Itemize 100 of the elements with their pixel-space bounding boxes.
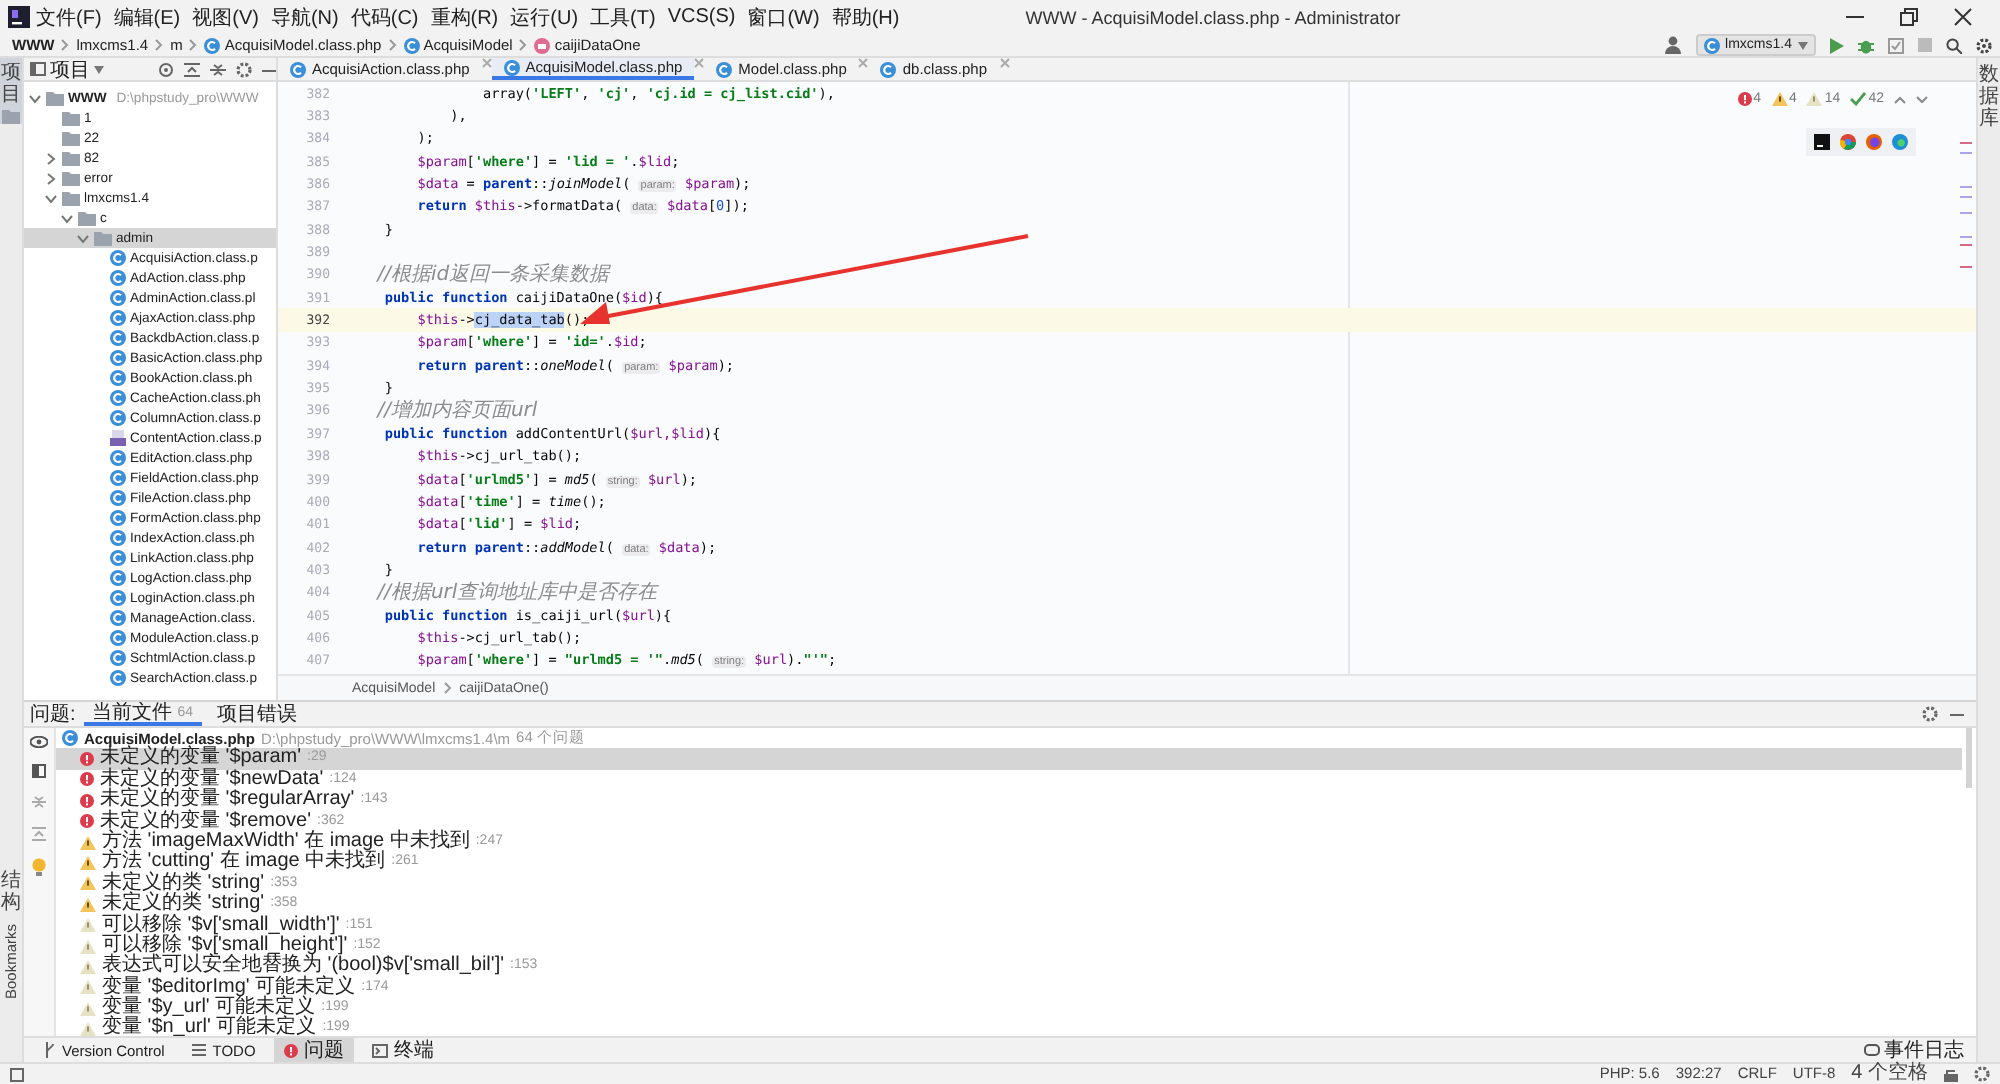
error-icon (80, 772, 94, 787)
warning-icon (80, 918, 96, 933)
menu-item[interactable]: 文件(F) (30, 3, 108, 31)
browser-icon[interactable] (1814, 134, 1830, 150)
class-file-icon (110, 630, 126, 646)
menu-item[interactable]: 帮助(H) (825, 3, 906, 31)
menu-item[interactable]: 视图(V) (186, 3, 265, 31)
code-comment: //根据url查询地址库中是否存在 (374, 579, 658, 607)
status-item[interactable]: 4 个空格 (1851, 1064, 1928, 1084)
chevron-icon (154, 38, 165, 52)
warning-icon (80, 897, 96, 912)
class-file-icon (110, 370, 126, 386)
menu-item[interactable]: 编辑(E) (107, 3, 187, 31)
class-file-icon (110, 250, 126, 266)
app-logo-icon (8, 6, 30, 28)
tool-window-button[interactable]: 终端 (361, 1038, 444, 1062)
list-icon (192, 1044, 207, 1056)
class-file-icon (110, 650, 126, 666)
warning-icon (80, 939, 96, 954)
menu-item[interactable]: 运行(U) (504, 3, 585, 31)
class-file-icon (110, 490, 126, 506)
chevron-icon[interactable] (44, 151, 58, 165)
settings-icon[interactable] (1922, 706, 1938, 722)
class-file-icon (110, 470, 126, 486)
menu-item[interactable]: 工具(T) (584, 3, 662, 31)
person-icon[interactable] (1663, 36, 1682, 54)
coverage-icon[interactable] (1888, 37, 1904, 53)
panel-icon[interactable] (10, 1067, 24, 1081)
class-file-icon (110, 410, 126, 426)
event-log-button[interactable]: 事件日志 (1864, 1036, 1976, 1064)
class-file-icon (110, 310, 126, 326)
warning-icon (80, 856, 96, 871)
terminal-icon (371, 1043, 388, 1057)
chevron-icon (443, 682, 452, 694)
class-file-icon (110, 510, 126, 526)
panel-icon[interactable] (32, 764, 46, 778)
class-file-icon (1703, 37, 1720, 53)
tool-window-tab[interactable]: 数据库 (1979, 58, 1999, 136)
search-icon[interactable] (1946, 37, 1962, 53)
panel-tab[interactable]: 项目错误 (209, 702, 306, 726)
chevron-icon[interactable] (44, 191, 58, 205)
warning-icon (80, 1001, 96, 1016)
class-file-icon (110, 550, 126, 566)
settings-icon[interactable] (236, 61, 252, 77)
error-icon (80, 793, 94, 808)
class-file-icon (290, 61, 306, 77)
class-file-icon (880, 61, 897, 77)
tool-window-tab[interactable]: 结构 (1, 866, 21, 919)
chevron-icon[interactable] (60, 211, 74, 225)
chevron-icon[interactable] (44, 171, 58, 185)
gear-icon[interactable] (1974, 1066, 1990, 1082)
error-icon (80, 814, 94, 829)
code-comment: //增加内容页面url (374, 397, 538, 425)
class-file-icon (110, 590, 126, 606)
chevron-icon[interactable] (28, 91, 42, 105)
check-icon (1850, 92, 1867, 106)
scrollbar-thumb[interactable] (1966, 728, 1972, 788)
warning-icon (80, 876, 96, 891)
lock-icon[interactable] (1944, 1067, 1958, 1081)
bug-icon[interactable] (1858, 37, 1874, 53)
panel-title: 问题: (30, 702, 76, 728)
menu-item[interactable]: 导航(N) (264, 3, 345, 31)
class-file-icon (62, 730, 78, 747)
class-file-icon (110, 610, 126, 626)
error-icon (283, 1043, 298, 1057)
chevron-icon (188, 38, 199, 52)
maximize-icon[interactable] (1900, 8, 1918, 26)
class-file-icon (110, 270, 126, 286)
menu-item[interactable]: 重构(R) (424, 3, 505, 31)
panel-icon (30, 62, 46, 76)
menu-item[interactable]: 窗口(W) (741, 3, 826, 31)
code-comment: //根据id返回一条采集数据 (374, 261, 610, 289)
eye-icon[interactable] (30, 736, 48, 748)
tool-window-button[interactable]: 问题 (273, 1038, 354, 1062)
menu-item[interactable]: VCS(S) (661, 6, 742, 28)
target-icon[interactable] (158, 61, 174, 77)
warning-icon (80, 959, 96, 974)
error-icon (80, 752, 94, 767)
warning-icon (1806, 92, 1823, 106)
branch-icon (44, 1042, 56, 1058)
folder-icon (2, 110, 20, 124)
chevron-icon (518, 38, 529, 52)
class-file-icon (110, 290, 126, 306)
play-icon[interactable] (1830, 37, 1844, 53)
chevron-icon (387, 38, 398, 52)
expand-icon[interactable] (210, 61, 226, 77)
class-file-icon (204, 37, 221, 53)
class-file-icon (403, 37, 420, 53)
close-icon[interactable] (1954, 8, 1972, 26)
class-file-icon (110, 350, 126, 366)
speech-bubble-icon (1864, 1043, 1880, 1057)
bulb-icon[interactable] (32, 858, 46, 876)
project-view-dropdown[interactable]: 项目 (30, 55, 104, 83)
menu-item[interactable]: 代码(C) (344, 3, 425, 31)
collapse-icon[interactable] (184, 61, 200, 77)
method-icon (534, 37, 551, 53)
chevron-icon[interactable] (76, 231, 90, 245)
caret-icon (1798, 41, 1808, 49)
settings-icon[interactable] (1976, 37, 1992, 53)
warning-icon (80, 980, 96, 995)
